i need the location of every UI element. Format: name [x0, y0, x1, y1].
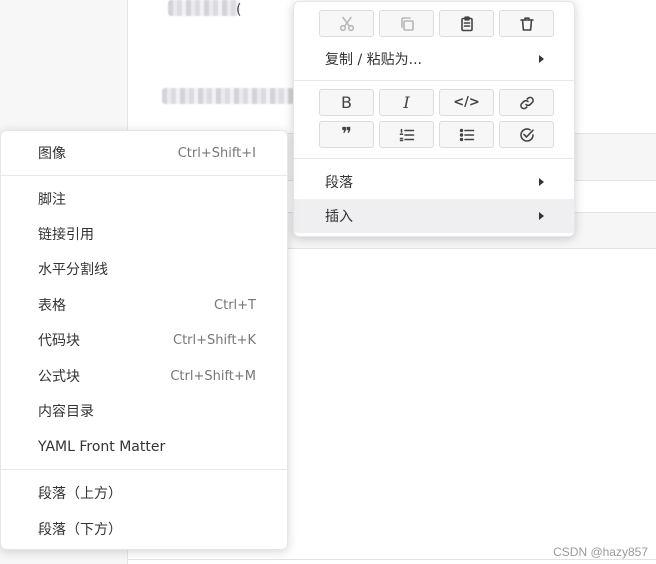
code-icon: </> — [453, 95, 480, 110]
insert-code-block-item[interactable]: 代码块 Ctrl+Shift+K — [1, 323, 287, 357]
menu-separator — [1, 175, 287, 176]
insert-link-reference-item[interactable]: 链接引用 — [1, 217, 287, 251]
inline-code-button[interactable]: </> — [439, 89, 494, 116]
item-label: 图像 — [38, 146, 66, 162]
blurred-text — [168, 0, 240, 16]
paragraph-label: 段落 — [325, 175, 353, 191]
task-list-icon — [519, 127, 534, 142]
bold-button[interactable]: B — [319, 89, 374, 116]
cut-icon — [339, 16, 354, 31]
item-label: 表格 — [38, 298, 66, 314]
unordered-list-button[interactable] — [439, 121, 494, 148]
item-label: 段落（上方） — [38, 486, 122, 502]
paragraph-menu-item[interactable]: 段落 — [294, 165, 574, 199]
item-label: YAML Front Matter — [38, 439, 166, 455]
insert-footnote-item[interactable]: 脚注 — [1, 182, 287, 216]
item-shortcut: Ctrl+Shift+I — [177, 145, 256, 161]
paste-icon — [460, 15, 473, 31]
menu-separator — [1, 469, 287, 470]
copy-paste-as-menu-item[interactable]: 复制 / 粘贴为... — [294, 42, 574, 76]
italic-icon: I — [403, 93, 410, 112]
insert-label: 插入 — [325, 209, 353, 225]
item-label: 段落（下方） — [38, 522, 122, 538]
insert-image-item[interactable]: 图像 Ctrl+Shift+I — [1, 136, 287, 170]
insert-submenu: 图像 Ctrl+Shift+I 脚注 链接引用 水平分割线 表格 Ctrl+T … — [0, 130, 288, 550]
chevron-right-icon — [539, 178, 544, 186]
insert-toc-item[interactable]: 内容目录 — [1, 394, 287, 428]
watermark: CSDN @hazy857 — [553, 545, 648, 559]
bold-icon: B — [341, 93, 352, 112]
copy-icon — [400, 16, 414, 31]
format-toolbar: B I </> — [319, 89, 554, 116]
block-toolbar: ❞ — [319, 121, 554, 148]
item-label: 脚注 — [38, 192, 66, 208]
item-shortcut: Ctrl+Shift+M — [170, 368, 256, 384]
cut-button[interactable] — [319, 10, 374, 37]
delete-icon — [519, 16, 534, 31]
quote-icon: ❞ — [341, 124, 352, 145]
unordered-list-icon — [459, 128, 474, 141]
edit-toolbar — [319, 10, 554, 37]
insert-math-block-item[interactable]: 公式块 Ctrl+Shift+M — [1, 359, 287, 393]
ordered-list-icon — [399, 128, 414, 141]
insert-paragraph-below-item[interactable]: 段落（下方） — [1, 512, 287, 546]
italic-button[interactable]: I — [379, 89, 434, 116]
insert-menu-item[interactable]: 插入 — [294, 199, 574, 233]
item-shortcut: Ctrl+Shift+K — [173, 332, 256, 348]
link-button[interactable] — [499, 89, 554, 116]
paste-button[interactable] — [439, 10, 494, 37]
item-shortcut: Ctrl+T — [214, 297, 256, 313]
menu-separator — [294, 158, 574, 159]
copy-button[interactable] — [379, 10, 434, 37]
blurred-text — [162, 88, 294, 104]
item-label: 内容目录 — [38, 404, 94, 420]
menu-separator — [294, 80, 574, 81]
delete-button[interactable] — [499, 10, 554, 37]
ordered-list-button[interactable] — [379, 121, 434, 148]
task-list-button[interactable] — [499, 121, 554, 148]
copy-paste-as-label: 复制 / 粘贴为... — [325, 52, 422, 68]
item-label: 代码块 — [38, 333, 80, 349]
context-menu: 复制 / 粘贴为... B I </> ❞ 段落 插入 — [293, 1, 575, 237]
chevron-right-icon — [539, 212, 544, 220]
insert-table-item[interactable]: 表格 Ctrl+T — [1, 288, 287, 322]
item-label: 链接引用 — [38, 227, 94, 243]
chevron-right-icon — [539, 55, 544, 63]
insert-paragraph-above-item[interactable]: 段落（上方） — [1, 476, 287, 510]
insert-yaml-front-matter-item[interactable]: YAML Front Matter — [1, 430, 287, 464]
insert-horizontal-rule-item[interactable]: 水平分割线 — [1, 252, 287, 286]
blurred-text-tail: ( — [236, 2, 242, 18]
item-label: 水平分割线 — [38, 262, 108, 278]
quote-button[interactable]: ❞ — [319, 121, 374, 148]
link-icon — [519, 96, 534, 109]
item-label: 公式块 — [38, 369, 80, 385]
table-border — [128, 559, 656, 560]
